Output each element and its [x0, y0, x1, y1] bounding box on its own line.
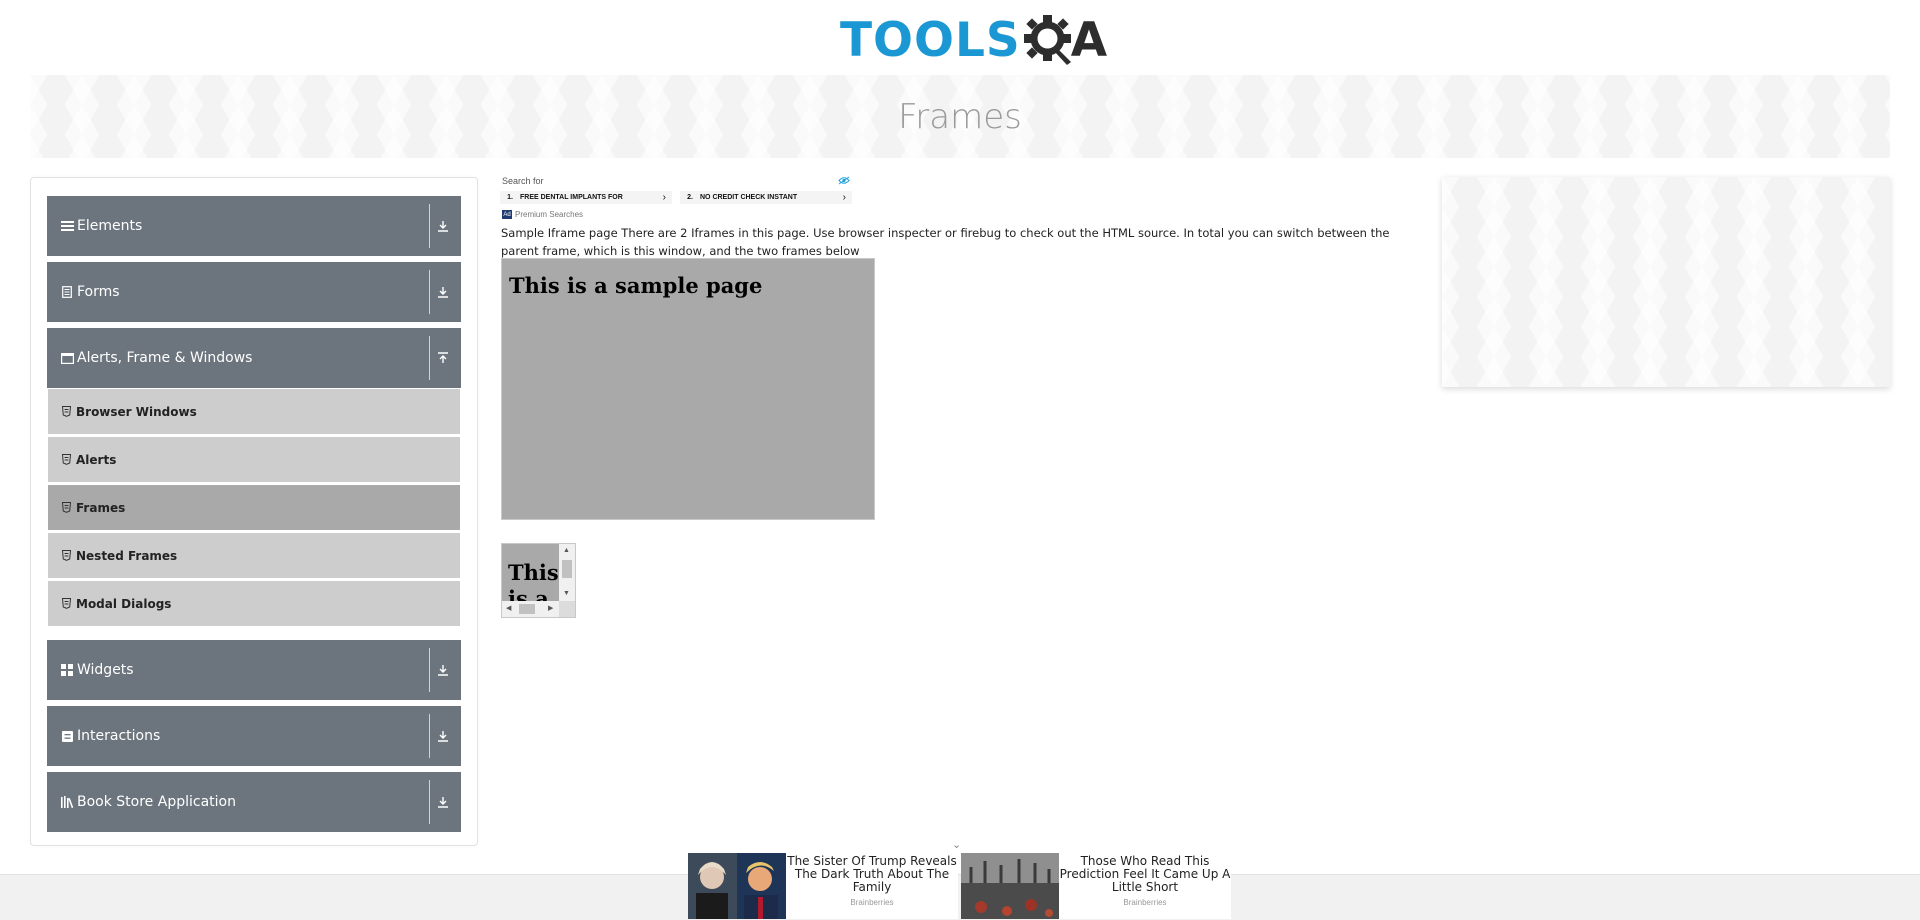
sidebar-group-forms[interactable]: Forms — [47, 262, 461, 322]
menu-icon — [60, 219, 74, 233]
interaction-icon — [60, 729, 74, 743]
story-thumbnail — [961, 853, 1059, 919]
sidebar-group-label: Alerts, Frame & Windows — [77, 350, 253, 366]
sidebar-group-widgets[interactable]: Widgets — [47, 640, 461, 700]
sidebar-item-nested-frames[interactable]: Nested Frames — [48, 533, 460, 579]
ad-row-number: 1. — [507, 194, 513, 201]
sidebar-item-label: Modal Dialogs — [76, 596, 172, 611]
download-arrow-icon[interactable] — [430, 640, 456, 700]
page-banner: Frames — [30, 75, 1890, 158]
story-headline: The Sister Of Trump Reveals The Dark Tru… — [787, 854, 957, 894]
form-icon — [60, 285, 74, 299]
html5-icon — [60, 550, 72, 561]
gear-magnifier-icon — [1023, 14, 1075, 66]
frame-heading: This is a sample page — [509, 273, 763, 298]
vertical-scrollbar[interactable]: ▲ ▼ — [559, 544, 575, 602]
logo-qa: A — [1023, 14, 1107, 66]
download-arrow-icon[interactable] — [430, 772, 456, 832]
logo-a-text: A — [1070, 12, 1108, 68]
scroll-left-icon[interactable]: ◀ — [506, 604, 511, 612]
grid-icon — [60, 663, 74, 677]
sidebar-group-label: Interactions — [77, 728, 161, 744]
download-arrow-icon[interactable] — [430, 262, 456, 322]
ad-row-text: FREE DENTAL IMPLANTS FOR — [520, 194, 623, 201]
sidebar: Elements Forms Alerts, Frame & Windows B… — [30, 177, 478, 846]
scroll-thumb[interactable] — [519, 604, 535, 614]
scroll-up-icon[interactable]: ▲ — [563, 547, 570, 554]
ad-search-result-2[interactable]: 2. NO CREDIT CHECK INSTANT › — [680, 191, 852, 204]
ad-footer-text: Premium Searches — [515, 210, 584, 219]
sidebar-item-label: Nested Frames — [76, 548, 178, 563]
ad-row-text: NO CREDIT CHECK INSTANT — [700, 194, 798, 201]
ad-footer: Ad Premium Searches — [502, 210, 583, 219]
sidebar-item-label: Alerts — [76, 452, 117, 467]
iframe-large[interactable]: This is a sample page — [501, 258, 875, 520]
scroll-down-icon[interactable]: ▼ — [563, 590, 570, 597]
sidebar-group-label: Forms — [77, 284, 120, 300]
bottom-ad-bar — [0, 874, 1920, 920]
sidebar-group-book-store-application[interactable]: Book Store Application — [47, 772, 461, 832]
ad-search-label: Search for — [502, 176, 544, 186]
window-icon — [60, 351, 74, 365]
chevron-right-icon: › — [842, 192, 846, 203]
sidebar-group-label: Book Store Application — [77, 794, 236, 810]
sidebar-group-elements[interactable]: Elements — [47, 196, 461, 256]
story-headline: Those Who Read This Prediction Feel It C… — [1059, 854, 1231, 894]
sidebar-item-label: Frames — [76, 500, 126, 515]
sidebar-item-frames[interactable]: Frames — [48, 485, 460, 531]
sidebar-group-label: Widgets — [77, 662, 134, 678]
html5-icon — [60, 454, 72, 465]
chevron-right-icon: › — [662, 192, 666, 203]
html5-icon — [60, 502, 72, 513]
scroll-right-icon[interactable]: ▶ — [548, 604, 553, 612]
sidebar-group-label: Elements — [77, 218, 143, 234]
toolsqa-logo[interactable]: TOOLS A — [840, 10, 1107, 70]
sidebar-item-label: Browser Windows — [76, 404, 197, 419]
sponsored-story-2[interactable]: Those Who Read This Prediction Feel It C… — [961, 853, 1231, 919]
chevron-down-icon[interactable]: ⌄ — [952, 838, 961, 851]
scroll-thumb[interactable] — [562, 560, 572, 578]
ad-badge: Ad — [502, 210, 512, 219]
logo-tools-text: TOOLS — [840, 12, 1021, 68]
ad-row-number: 2. — [687, 194, 693, 201]
sponsored-story-1[interactable]: The Sister Of Trump Reveals The Dark Tru… — [688, 853, 958, 919]
page-title: Frames — [898, 96, 1022, 137]
story-source: Brainberries — [1123, 898, 1167, 907]
sidebar-group-interactions[interactable]: Interactions — [47, 706, 461, 766]
story-source: Brainberries — [850, 898, 894, 907]
library-icon — [60, 795, 74, 809]
download-arrow-icon[interactable] — [430, 706, 456, 766]
right-ad-banner[interactable] — [1442, 177, 1890, 387]
frames-description: Sample Iframe page There are 2 Iframes i… — [501, 226, 1390, 258]
sidebar-item-modal-dialogs[interactable]: Modal Dialogs — [48, 581, 460, 627]
sidebar-item-browser-windows[interactable]: Browser Windows — [48, 389, 460, 435]
sidebar-group-alerts-frame-windows[interactable]: Alerts, Frame & Windows — [47, 328, 461, 388]
search-ad-strip: Search for 1. FREE DENTAL IMPLANTS FOR ›… — [500, 175, 852, 223]
upload-arrow-icon[interactable] — [430, 328, 456, 388]
horizontal-scrollbar[interactable]: ◀ ▶ — [502, 601, 560, 617]
download-arrow-icon[interactable] — [430, 196, 456, 256]
eye-icon[interactable] — [838, 176, 850, 188]
iframe-small[interactable]: This is a sample page ▲ ▼ ◀ ▶ — [501, 543, 576, 618]
scrollbar-corner — [559, 601, 575, 617]
html5-icon — [60, 598, 72, 609]
story-thumbnail — [688, 853, 786, 919]
ad-search-result-1[interactable]: 1. FREE DENTAL IMPLANTS FOR › — [500, 191, 672, 204]
html5-icon — [60, 406, 72, 417]
sidebar-item-alerts[interactable]: Alerts — [48, 437, 460, 483]
